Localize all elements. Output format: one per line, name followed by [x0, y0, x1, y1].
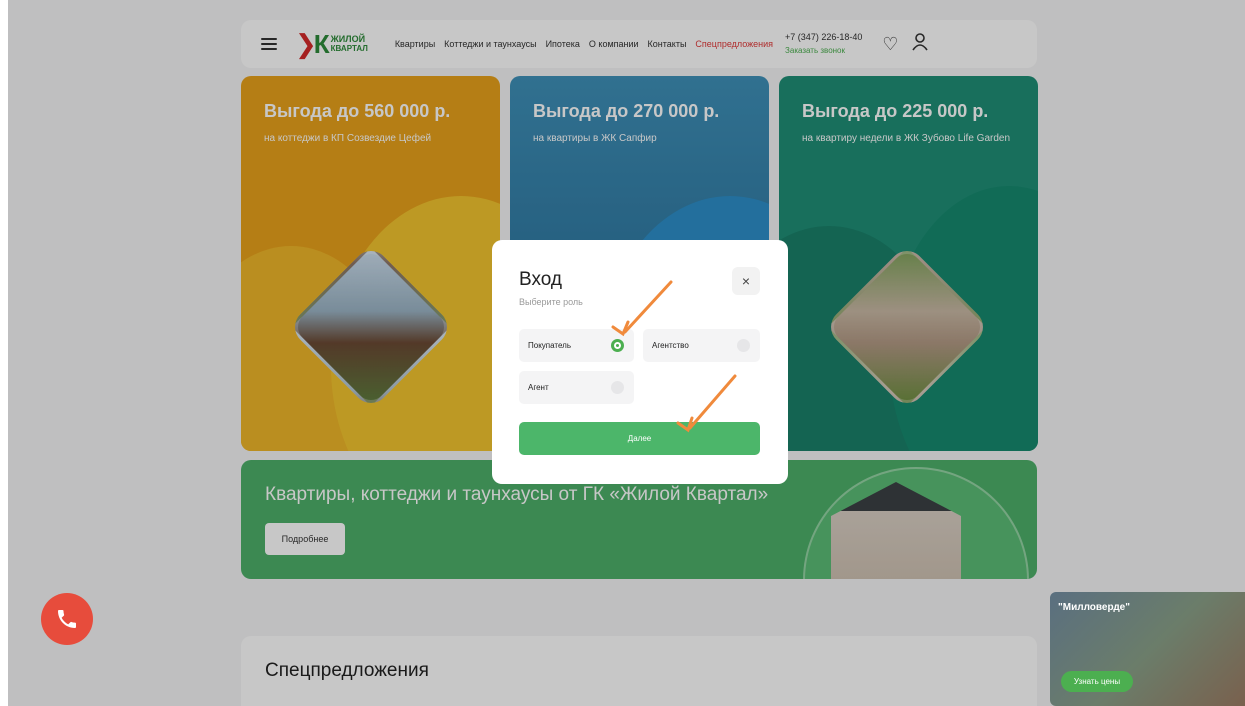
next-button[interactable]: Далее — [519, 422, 760, 455]
role-agency[interactable]: Агентство — [643, 329, 760, 362]
radio[interactable] — [737, 339, 750, 352]
page-viewport: ❯К ЖИЛОЙ КВАРТАЛ Квартиры Коттеджи и тау… — [8, 0, 1245, 706]
radio-selected[interactable] — [611, 339, 624, 352]
modal-title: Вход — [519, 269, 562, 290]
role-label: Агент — [528, 383, 549, 392]
role-label: Агентство — [652, 341, 689, 350]
phone-call-button[interactable] — [41, 593, 93, 645]
phone-icon — [58, 610, 76, 628]
role-agent[interactable]: Агент — [519, 371, 634, 404]
login-modal: Вход Выберите роль × Покупатель Агентств… — [492, 240, 788, 484]
promo-widget[interactable]: "Милловерде" Узнать цены — [1050, 592, 1245, 706]
get-prices-button[interactable]: Узнать цены — [1061, 671, 1133, 692]
modal-subtitle: Выберите роль — [519, 297, 583, 307]
close-icon[interactable]: × — [732, 267, 760, 295]
radio[interactable] — [611, 381, 624, 394]
role-buyer[interactable]: Покупатель — [519, 329, 634, 362]
role-label: Покупатель — [528, 341, 571, 350]
promo-name: "Милловерде" — [1058, 602, 1130, 613]
